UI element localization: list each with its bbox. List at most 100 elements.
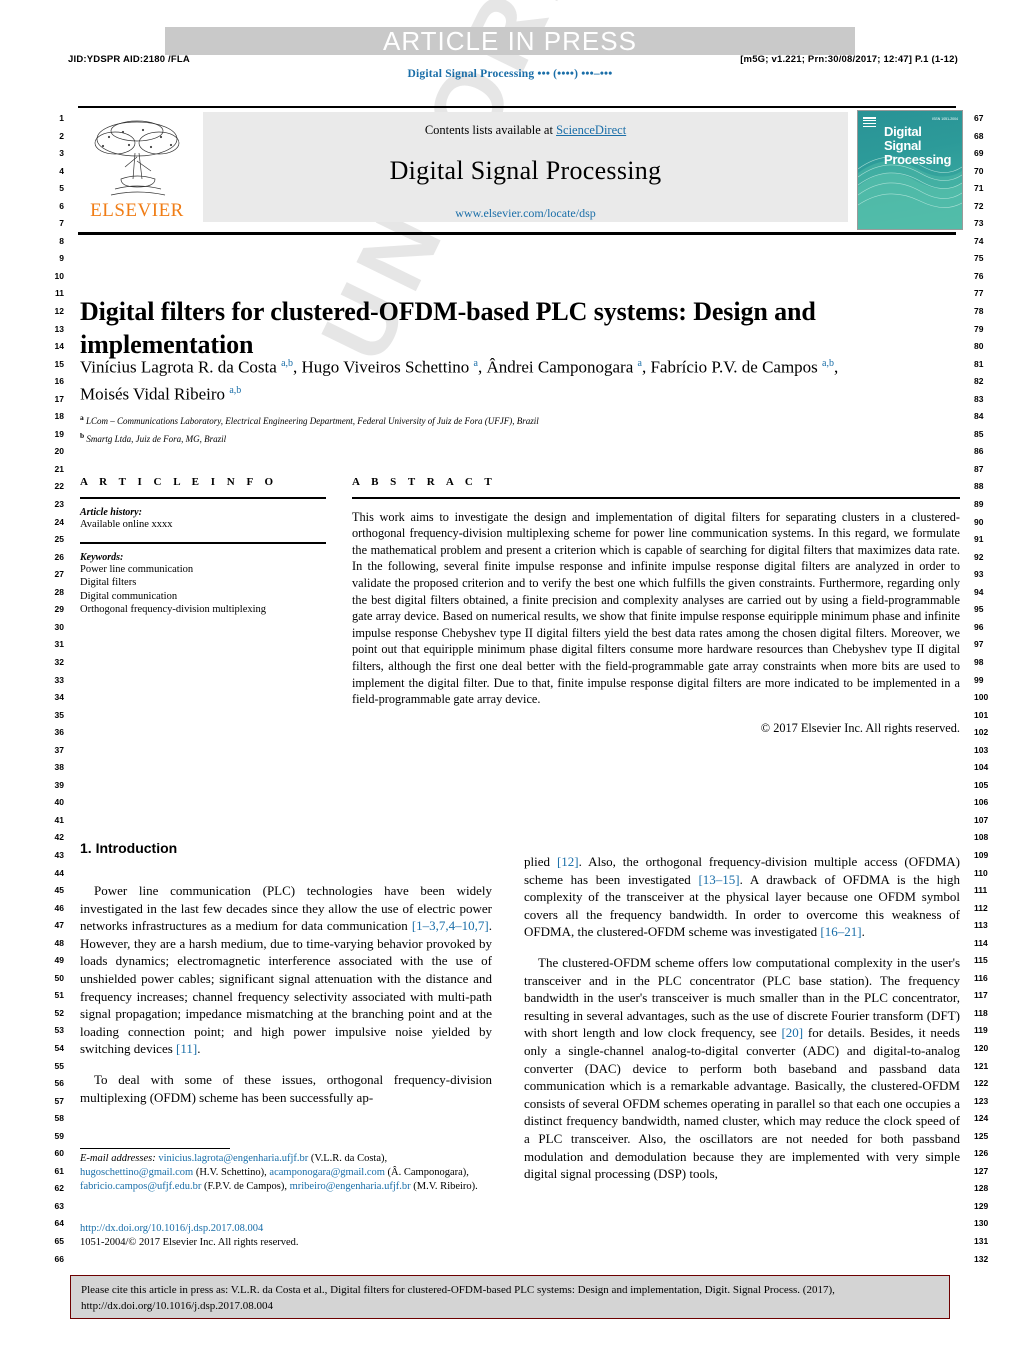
doi-block: http://dx.doi.org/10.1016/j.dsp.2017.08.… (80, 1222, 492, 1250)
line-number: 30 (54, 621, 64, 632)
line-number: 87 (974, 463, 984, 474)
line-number: 80 (974, 341, 984, 352)
line-number: 19 (54, 428, 64, 439)
line-number: 75 (974, 253, 984, 264)
citation-ref[interactable]: [16–21] (820, 924, 861, 939)
cover-elsevier-mark-icon (863, 117, 876, 133)
line-numbers-left: 1 2 3 4 5 6 7 8 9 10 11 12 13 14 15 16 17 18 19 20 21 22 23 24 2… (44, 110, 64, 1268)
line-number: 22 (54, 481, 64, 492)
line-number: 53 (54, 1025, 64, 1036)
keywords-label: Keywords: (80, 551, 124, 563)
doi-link[interactable]: http://dx.doi.org/10.1016/j.dsp.2017.08.… (80, 1222, 492, 1236)
line-number: 49 (54, 955, 64, 966)
line-number: 1 (59, 113, 64, 123)
line-number: 123 (974, 1095, 989, 1106)
line-number: 76 (974, 270, 984, 281)
paper-page: UNCORRECTED PROOF ARTICLE IN PRESS JID:Y… (0, 0, 1020, 1351)
line-number: 122 (974, 1078, 989, 1089)
line-number: 83 (974, 393, 984, 404)
affiliation-list: a LCom – Communications Laboratory, Elec… (80, 411, 860, 446)
article-in-press-label: ARTICLE IN PRESS (383, 26, 637, 56)
line-number: 104 (974, 762, 989, 773)
line-number: 112 (974, 902, 988, 913)
line-number: 39 (54, 779, 64, 790)
job-id-label: JID:YDSPR AID:2180 /FLA (68, 54, 190, 65)
journal-cover-thumbnail: ISSN 1051-2004 Digital Signal Processing (857, 110, 963, 230)
keyword-item: Power line communication (80, 563, 194, 575)
citation-ref[interactable]: [13–15] (698, 872, 739, 887)
line-number: 24 (54, 516, 64, 527)
affiliation-item: b Smartg Ltda, Juiz de Fora, MG, Brazil (80, 430, 227, 444)
line-number: 73 (974, 218, 984, 229)
running-title: Digital Signal Processing ••• (••••) •••… (407, 68, 613, 80)
line-number: 38 (54, 762, 64, 773)
abstract-rule (352, 497, 960, 499)
body-paragraph: plied [12]. Also, the orthogonal frequen… (524, 854, 960, 940)
line-number: 43 (54, 849, 64, 860)
masthead-bottom-rule (78, 232, 956, 235)
body-column-left: 1. Introduction Power line communication… (80, 840, 492, 1119)
line-number: 130 (974, 1218, 989, 1229)
email-footnote-label: E-mail addresses: (80, 1153, 156, 1164)
line-number: 118 (974, 1007, 988, 1018)
line-number: 5 (59, 183, 64, 194)
line-number: 37 (54, 744, 64, 755)
elsevier-tree-icon (94, 120, 180, 196)
issn-copyright-line: 1051-2004/© 2017 Elsevier Inc. All right… (80, 1237, 299, 1248)
line-number: 93 (974, 569, 984, 580)
line-number: 111 (974, 885, 988, 896)
line-number: 26 (54, 551, 64, 562)
line-number: 131 (974, 1236, 989, 1246)
line-number: 59 (54, 1130, 64, 1141)
line-number: 16 (54, 376, 64, 387)
line-number: 47 (54, 920, 64, 931)
keyword-list: Power line communication Digital filters D… (80, 563, 326, 617)
line-number: 67 (974, 113, 984, 123)
line-number: 72 (974, 200, 984, 211)
citation-ref[interactable]: [1–3,7,4–10,7] (412, 918, 489, 933)
line-number: 105 (974, 779, 989, 790)
body-paragraph: Power line communication (PLC) technolog… (80, 883, 492, 1057)
line-number: 55 (54, 1060, 64, 1071)
line-number: 65 (54, 1236, 64, 1246)
line-number: 113 (974, 920, 988, 931)
abstract-heading: A B S T R A C T (352, 476, 497, 488)
line-number: 101 (974, 709, 989, 720)
line-number: 88 (974, 481, 984, 492)
citation-ref[interactable]: [20] (781, 1025, 803, 1040)
line-number: 48 (54, 937, 64, 948)
line-number: 9 (59, 253, 64, 264)
citation-ref[interactable]: [12] (557, 854, 579, 869)
citation-ref[interactable]: [11] (176, 1041, 197, 1056)
line-number: 45 (54, 885, 64, 896)
line-number: 71 (974, 183, 984, 194)
line-number: 52 (54, 1007, 64, 1018)
cover-title-line-1: Digital (884, 124, 922, 139)
line-number: 12 (54, 306, 64, 317)
line-number: 6 (59, 200, 64, 211)
line-number: 91 (974, 534, 984, 545)
line-number: 68 (974, 130, 984, 141)
line-number: 115 (974, 955, 988, 966)
article-info-heading: A R T I C L E I N F O (80, 476, 278, 488)
footnote-rule (80, 1148, 230, 1149)
line-number: 2 (59, 130, 64, 141)
line-number: 78 (974, 306, 984, 317)
abstract-body: This work aims to investigate the design… (352, 509, 960, 707)
journal-url-link[interactable]: www.elsevier.com/locate/dsp (203, 206, 848, 221)
line-number: 90 (974, 516, 984, 527)
line-number: 42 (54, 832, 64, 843)
sciencedirect-link[interactable]: ScienceDirect (556, 123, 626, 137)
line-number: 56 (54, 1078, 64, 1089)
line-number: 32 (54, 656, 64, 667)
line-number: 35 (54, 709, 64, 720)
keyword-item: Digital filters (80, 577, 137, 589)
line-number: 58 (54, 1113, 64, 1124)
line-number: 102 (974, 727, 989, 738)
line-number: 54 (54, 1042, 64, 1053)
line-number: 92 (974, 551, 984, 562)
author-list: Vinícius Lagrota R. da Costa a,b, Hugo V… (80, 357, 839, 404)
line-number: 124 (974, 1113, 989, 1124)
line-number: 95 (974, 604, 984, 615)
keyword-item: Orthogonal frequency-division multiplexi… (80, 604, 267, 616)
